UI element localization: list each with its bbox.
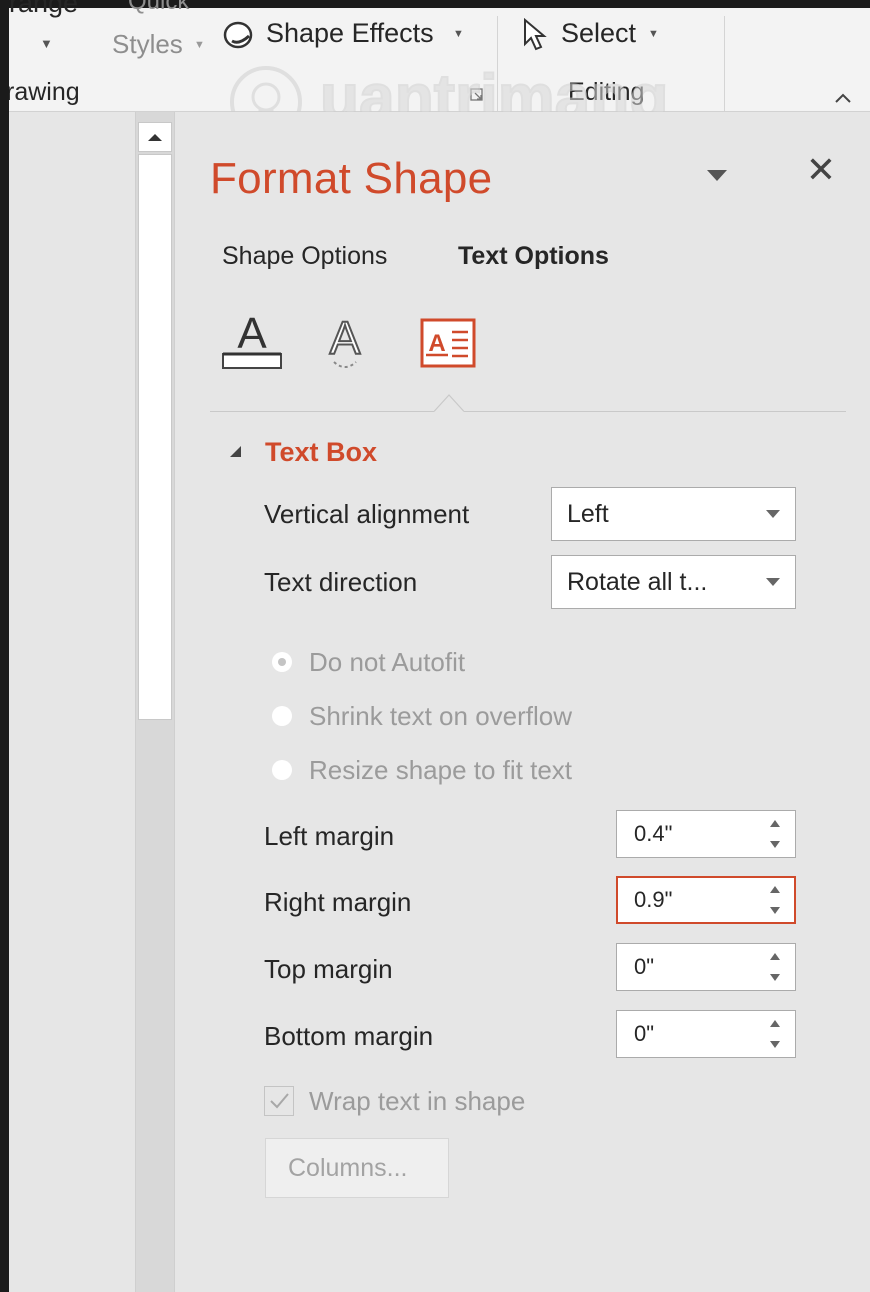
select-button[interactable]: Select xyxy=(561,18,636,49)
chevron-down-icon xyxy=(766,578,780,586)
spin-up-icon[interactable] xyxy=(770,886,780,893)
top-margin-input[interactable]: 0" xyxy=(616,943,796,991)
svg-text:A: A xyxy=(237,310,267,358)
top-margin-label: Top margin xyxy=(264,954,393,984)
right-margin-value: 0.9" xyxy=(634,887,673,912)
spin-up-icon[interactable] xyxy=(770,953,780,960)
spin-down-icon[interactable] xyxy=(770,841,780,848)
pane-title: Format Shape xyxy=(210,154,493,203)
checkmark-icon xyxy=(270,1093,289,1109)
scroll-up-button[interactable] xyxy=(138,122,172,152)
spin-down-icon[interactable] xyxy=(770,907,780,914)
arrange-label[interactable]: rrange xyxy=(0,0,78,19)
window-edge xyxy=(0,0,9,1292)
radio-shrink-text-on-overflow[interactable] xyxy=(272,706,292,726)
collapse-ribbon-icon[interactable] xyxy=(834,92,852,104)
arrange-dropdown-arrow[interactable]: ▼ xyxy=(40,36,53,51)
tab-divider xyxy=(210,411,434,412)
text-box-icon[interactable]: A xyxy=(418,310,478,376)
shape-effects-button[interactable]: Shape Effects xyxy=(266,18,434,49)
shrink-text-on-overflow-label[interactable]: Shrink text on overflow xyxy=(309,701,572,732)
radio-resize-shape-to-fit-text[interactable] xyxy=(272,760,292,780)
scroll-up-arrow-icon xyxy=(148,134,162,141)
columns-button[interactable]: Columns... xyxy=(265,1138,449,1198)
shape-effects-dropdown-arrow[interactable]: ▼ xyxy=(453,28,464,40)
chevron-down-icon xyxy=(766,510,780,518)
left-margin-value: 0.4" xyxy=(634,821,673,846)
pane-options-dropdown-icon[interactable] xyxy=(707,170,727,181)
tab-text-options[interactable]: Text Options xyxy=(458,242,609,271)
svg-text:A: A xyxy=(330,312,361,364)
radio-do-not-autofit[interactable] xyxy=(272,652,292,672)
left-margin-input[interactable]: 0.4" xyxy=(616,810,796,858)
svg-text:A: A xyxy=(428,330,445,357)
wrap-text-checkbox[interactable] xyxy=(264,1086,294,1116)
resize-shape-to-fit-text-label[interactable]: Resize shape to fit text xyxy=(309,755,572,786)
close-pane-icon[interactable]: ✕ xyxy=(803,150,839,190)
quick-styles-label[interactable]: Styles xyxy=(112,29,183,60)
tab-shape-options[interactable]: Shape Options xyxy=(222,242,387,271)
text-fill-outline-icon[interactable]: A xyxy=(220,310,284,376)
bottom-margin-value: 0" xyxy=(634,1021,655,1046)
radio-selected-dot xyxy=(278,658,286,666)
drawing-group-label: rawing xyxy=(6,78,80,106)
text-direction-dropdown[interactable]: Rotate all t... xyxy=(551,555,796,609)
vertical-alignment-value: Left xyxy=(567,500,609,528)
left-margin-label: Left margin xyxy=(264,821,395,851)
scrollbar-thumb[interactable] xyxy=(138,154,172,720)
quick-styles-label-top[interactable]: Quick xyxy=(128,0,189,16)
spin-up-icon[interactable] xyxy=(770,1020,780,1027)
slide-thumbnail-pane xyxy=(9,112,135,1292)
shape-effects-icon[interactable] xyxy=(222,20,256,50)
selected-tab-indicator xyxy=(434,394,464,412)
select-cursor-icon[interactable] xyxy=(522,18,550,52)
right-margin-input[interactable]: 0.9" xyxy=(616,876,796,924)
vertical-alignment-dropdown[interactable]: Left xyxy=(551,487,796,541)
top-margin-value: 0" xyxy=(634,954,655,979)
collapse-section-icon[interactable] xyxy=(230,446,241,457)
spin-up-icon[interactable] xyxy=(770,820,780,827)
wrap-text-label[interactable]: Wrap text in shape xyxy=(309,1086,525,1117)
section-title-text-box[interactable]: Text Box xyxy=(265,437,377,468)
bottom-margin-input[interactable]: 0" xyxy=(616,1010,796,1058)
text-effects-icon[interactable]: A xyxy=(320,310,370,376)
spin-down-icon[interactable] xyxy=(770,1041,780,1048)
tab-divider xyxy=(464,411,846,412)
select-dropdown-arrow[interactable]: ▼ xyxy=(648,28,659,40)
quick-styles-dropdown-arrow[interactable]: ▼ xyxy=(194,39,205,51)
right-margin-label: Right margin xyxy=(264,887,412,917)
vertical-alignment-label: Vertical alignment xyxy=(264,499,470,529)
spin-down-icon[interactable] xyxy=(770,974,780,981)
text-direction-label: Text direction xyxy=(264,567,418,597)
columns-button-label: Columns... xyxy=(288,1154,408,1182)
text-direction-value: Rotate all t... xyxy=(567,568,708,596)
do-not-autofit-label[interactable]: Do not Autofit xyxy=(309,647,465,678)
bottom-margin-label: Bottom margin xyxy=(264,1021,434,1051)
